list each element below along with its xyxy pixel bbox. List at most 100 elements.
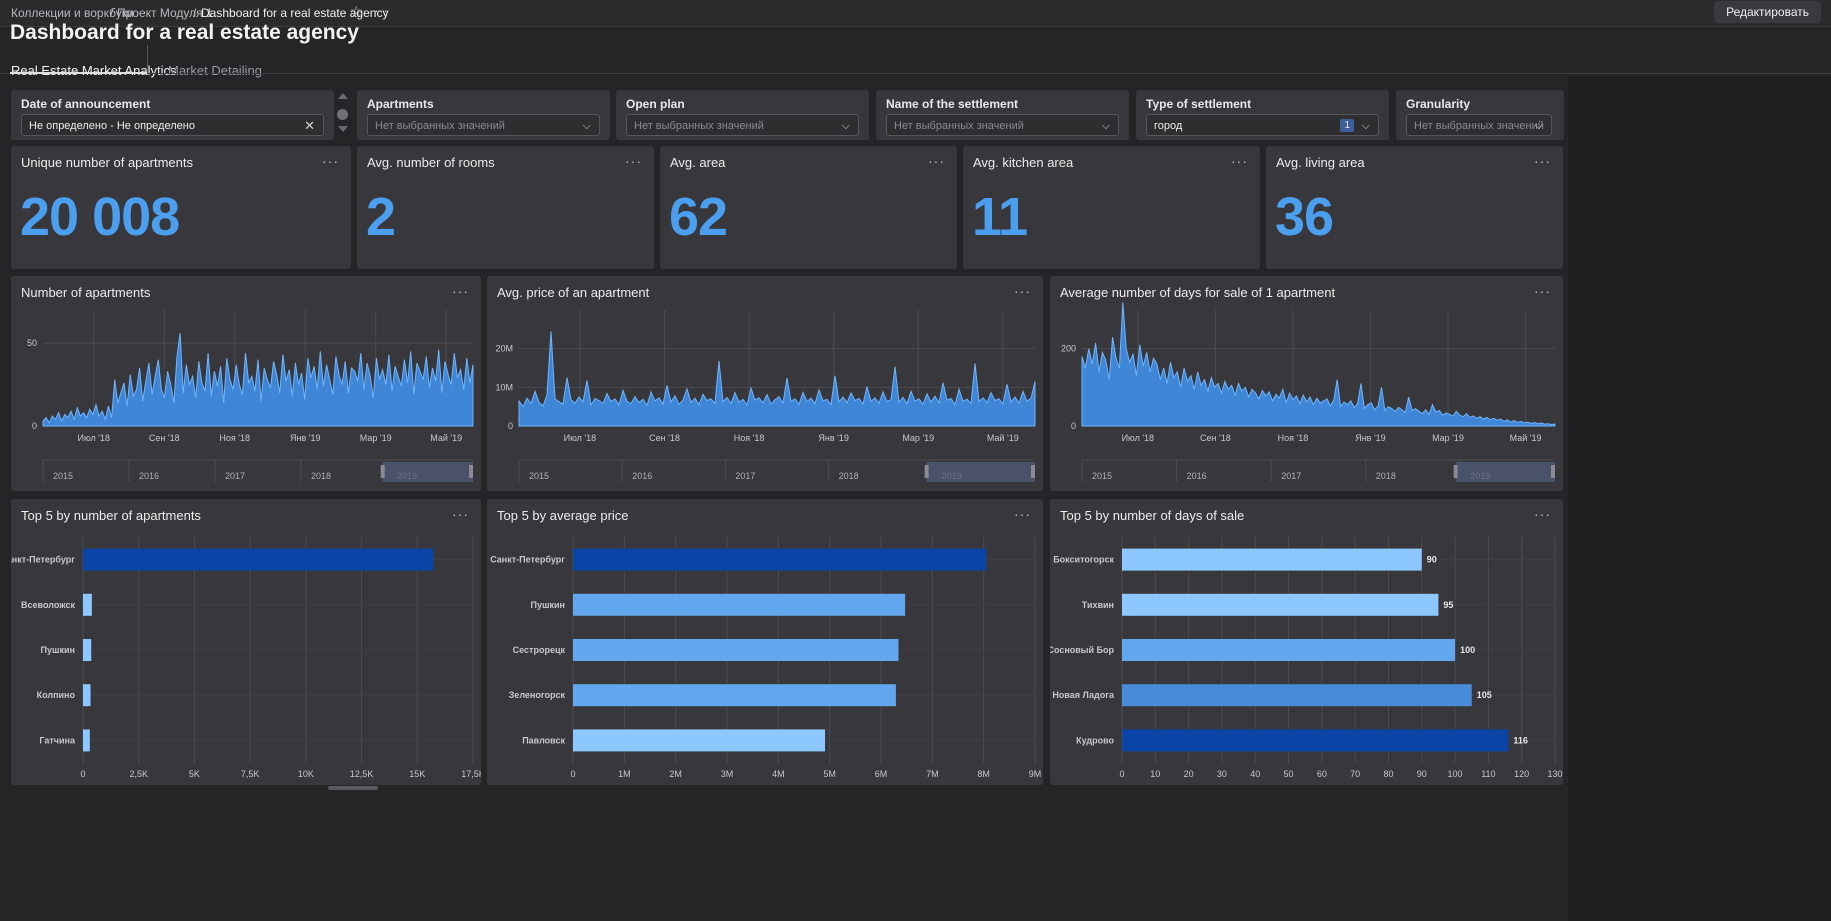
category-label: Павловск bbox=[522, 735, 565, 745]
y-tick-label: 50 bbox=[27, 338, 37, 348]
category-label: Санкт-Петербург bbox=[11, 555, 75, 565]
filter-title: Granularity bbox=[1406, 97, 1471, 111]
more-icon[interactable]: ··· bbox=[452, 506, 469, 522]
select-placeholder: Нет выбранных значений bbox=[634, 120, 764, 132]
more-icon[interactable]: ··· bbox=[452, 283, 469, 299]
canvas-empty-area bbox=[1568, 76, 1831, 921]
chevron-down-icon: ⌵ bbox=[841, 120, 850, 132]
x-tick-label: Сен '18 bbox=[649, 433, 680, 443]
kpi-title: Unique number of apartments bbox=[21, 155, 193, 170]
x-tick-label: 60 bbox=[1317, 769, 1327, 779]
bar bbox=[1122, 639, 1456, 661]
x-tick-label: 120 bbox=[1514, 769, 1529, 779]
y-tick-label: 0 bbox=[1071, 421, 1076, 431]
kpi-title: Avg. area bbox=[670, 155, 726, 170]
category-label: Новая Ладога bbox=[1052, 690, 1115, 700]
category-label: Зеленогорск bbox=[509, 690, 566, 700]
more-icon[interactable]: ··· bbox=[1231, 153, 1248, 169]
chart-title: Number of apartments bbox=[21, 285, 151, 300]
bar bbox=[573, 729, 826, 752]
x-tick-label: Ноя '18 bbox=[1278, 433, 1309, 443]
x-tick-label: 80 bbox=[1383, 769, 1393, 779]
bar bbox=[573, 593, 906, 616]
x-tick-label: 0 bbox=[80, 769, 85, 779]
kpi-avg-area: Avg. area ··· 62 bbox=[660, 146, 957, 269]
category-label: Всеволожск bbox=[21, 600, 75, 610]
category-label: Колпино bbox=[37, 690, 76, 700]
x-tick-label: 3M bbox=[721, 769, 734, 779]
y-tick-label: 0 bbox=[32, 421, 37, 431]
breadcrumb-project[interactable]: Проект Модуля 1 bbox=[117, 6, 213, 20]
selected-count-badge: 1 bbox=[1340, 119, 1354, 132]
open-plan-select[interactable]: Нет выбранных значений ⌵ bbox=[626, 114, 859, 136]
active-tab-indicator bbox=[10, 72, 147, 74]
x-tick-label: Июл '18 bbox=[564, 433, 597, 443]
scroll-down-icon[interactable] bbox=[338, 126, 348, 132]
filter-open-plan: Open plan Нет выбранных значений ⌵ bbox=[616, 90, 869, 140]
settlement-name-select[interactable]: Нет выбранных значений ⌵ bbox=[886, 114, 1119, 136]
settlement-type-select[interactable]: город 1 ⌵ bbox=[1146, 114, 1379, 136]
navigator-selection bbox=[926, 462, 1035, 482]
kpi-title: Avg. living area bbox=[1276, 155, 1365, 170]
category-label: Тихвин bbox=[1082, 600, 1114, 610]
bar bbox=[83, 639, 92, 661]
tab-market-detailing[interactable]: Market Detailing bbox=[168, 63, 262, 78]
star-icon[interactable]: ☆ bbox=[350, 3, 363, 20]
kpi-value: 20 008 bbox=[20, 187, 180, 247]
more-icon[interactable]: ··· bbox=[1534, 506, 1551, 522]
tab-market-analytics[interactable]: Real Estate Market Analytics bbox=[11, 63, 176, 78]
data-label: 105 bbox=[1477, 690, 1492, 700]
data-label: 90 bbox=[1427, 555, 1437, 565]
chevron-down-icon: ⌵ bbox=[1534, 120, 1543, 132]
y-tick-label: 10M bbox=[495, 382, 513, 392]
more-icon[interactable]: ··· bbox=[1534, 283, 1551, 299]
more-icon[interactable]: ··· bbox=[928, 153, 945, 169]
more-icon[interactable]: ··· bbox=[1014, 283, 1031, 299]
clear-icon[interactable]: ✕ bbox=[304, 115, 315, 137]
more-icon[interactable]: ··· bbox=[1534, 153, 1551, 169]
scroll-thumb[interactable] bbox=[337, 109, 348, 120]
granularity-select[interactable]: Нет выбранных значений ⌵ bbox=[1406, 114, 1552, 136]
navigator-selection bbox=[1455, 462, 1555, 482]
select-placeholder: Нет выбранных значений bbox=[894, 120, 1024, 132]
x-tick-label: 70 bbox=[1350, 769, 1360, 779]
kpi-avg-kitchen-area: Avg. kitchen area ··· 11 bbox=[963, 146, 1260, 269]
date-range-value: Не определено - Не определено bbox=[29, 120, 195, 132]
x-tick-label: 6M bbox=[875, 769, 888, 779]
chart-top5-price: 0 1M 2M 3M 4M 5M 6M 7M 8M 9M Санкт-Петербург Пушкин… bbox=[487, 499, 1043, 785]
navigator-right-handle bbox=[469, 465, 473, 478]
kpi-avg-living-area: Avg. living area ··· 36 bbox=[1266, 146, 1563, 269]
x-tick-label: Май '19 bbox=[430, 433, 462, 443]
more-icon[interactable]: ··· bbox=[625, 153, 642, 169]
x-tick-label: 30 bbox=[1217, 769, 1227, 779]
filters-scroller[interactable] bbox=[337, 92, 349, 134]
apartments-select[interactable]: Нет выбранных значений ⌵ bbox=[367, 114, 600, 136]
more-icon[interactable]: ··· bbox=[1014, 506, 1031, 522]
edit-button[interactable]: Редактировать bbox=[1714, 1, 1821, 23]
scroll-up-icon[interactable] bbox=[338, 93, 348, 99]
navigator-left-handle bbox=[380, 465, 385, 478]
more-icon[interactable]: ··· bbox=[374, 2, 388, 18]
x-tick-label: 2M bbox=[669, 769, 682, 779]
horizontal-scrollbar[interactable] bbox=[328, 786, 378, 790]
navigator-selection bbox=[382, 462, 473, 482]
navigator-year-label: 2016 bbox=[632, 471, 652, 481]
filter-date: Date of announcement Не определено - Не … bbox=[11, 90, 334, 140]
bar bbox=[1122, 548, 1422, 571]
kpi-value: 36 bbox=[1275, 187, 1334, 247]
kpi-title: Avg. number of rooms bbox=[367, 155, 495, 170]
chart-title: Top 5 by average price bbox=[497, 508, 629, 523]
breadcrumb-collections[interactable]: Коллекции и воркбуки bbox=[11, 6, 134, 20]
more-icon[interactable]: ··· bbox=[322, 153, 339, 169]
x-tick-label: Июл '18 bbox=[77, 433, 110, 443]
bar bbox=[573, 548, 987, 571]
x-tick-label: 12,5K bbox=[350, 769, 374, 779]
navigator-year-label: 2017 bbox=[1281, 471, 1301, 481]
filter-title: Name of the settlement bbox=[886, 97, 1019, 111]
bar bbox=[573, 684, 896, 707]
chart-avg-price: Июл '18 Сен '18 Ноя '18 Янв '19 Мар '19 Май '… bbox=[487, 276, 1043, 491]
x-tick-label: Янв '19 bbox=[1355, 433, 1385, 443]
kpi-value: 62 bbox=[669, 187, 728, 247]
kpi-value: 11 bbox=[972, 187, 1028, 247]
date-range-field[interactable]: Не определено - Не определено ✕ bbox=[21, 114, 324, 136]
